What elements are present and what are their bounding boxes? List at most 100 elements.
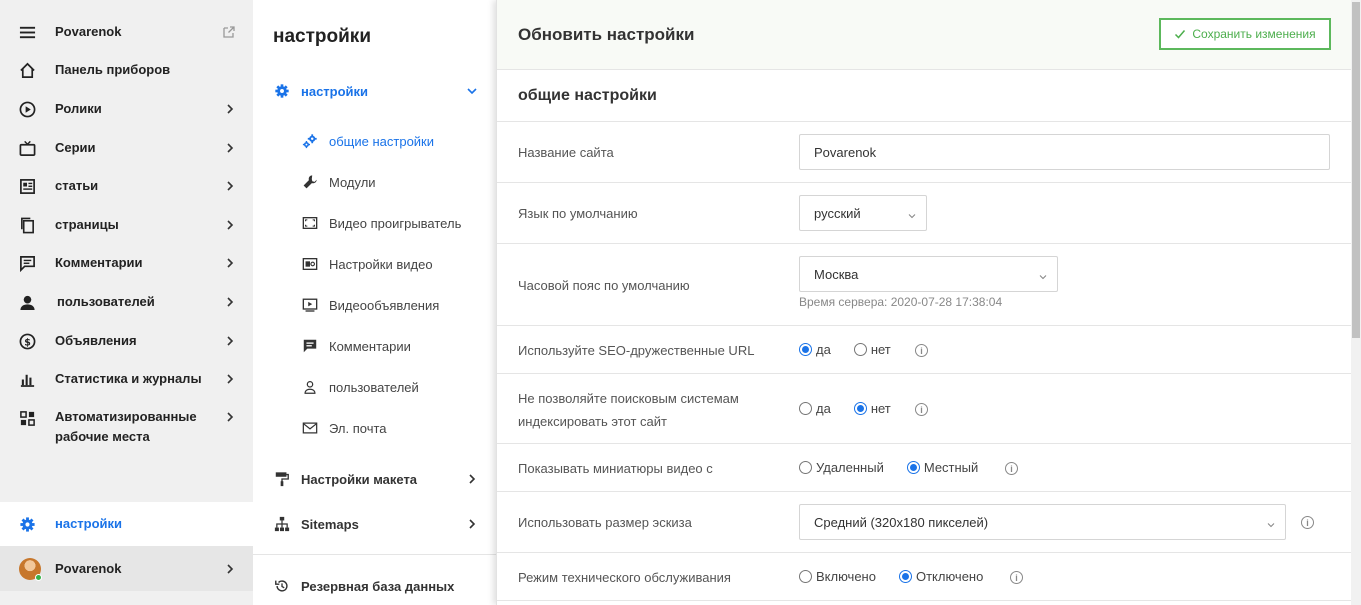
menu-group-sitemaps[interactable]: Sitemaps bbox=[253, 509, 496, 539]
maintenance-on-option[interactable]: Включено bbox=[799, 569, 876, 584]
sidebar-item-videos[interactable]: Ролики bbox=[0, 98, 253, 120]
default-language-select[interactable]: русский bbox=[799, 195, 927, 231]
sidebar-item-comments[interactable]: Комментарии bbox=[0, 252, 253, 274]
menu-item-video-settings[interactable]: Настройки видео bbox=[253, 249, 496, 279]
check-icon bbox=[1175, 30, 1186, 39]
menu-item-video-ads[interactable]: Видеообъявления bbox=[253, 290, 496, 320]
menu-item-label: Модули bbox=[329, 174, 376, 190]
sidebar-item-brand[interactable]: Povarenok bbox=[0, 21, 253, 43]
info-icon[interactable]: i bbox=[915, 403, 928, 416]
seo-urls-no-radio[interactable] bbox=[853, 342, 867, 356]
panel-header: Обновить настройки Сохранить изменения bbox=[497, 0, 1352, 70]
save-changes-button[interactable]: Сохранить изменения bbox=[1159, 18, 1331, 50]
gears-icon bbox=[301, 133, 318, 150]
scrollbar-thumb[interactable] bbox=[1352, 2, 1360, 338]
seo-urls-no-label: нет bbox=[870, 341, 891, 357]
noindex-label-line2: индексировать этот сайт bbox=[518, 414, 667, 429]
thumbnails-remote-option[interactable]: Удаленный bbox=[799, 460, 884, 475]
maintenance-mode-label: Режим технического обслуживания bbox=[518, 570, 731, 585]
sidebar-item-label: Статистика и журналы bbox=[55, 371, 202, 386]
seo-urls-no-option[interactable]: нет bbox=[853, 341, 891, 357]
sidebar-item-ads[interactable]: $ Объявления bbox=[0, 330, 253, 352]
menu-group-settings[interactable]: настройки bbox=[253, 76, 496, 106]
maintenance-mode-radio-group: Включено Отключено bbox=[799, 566, 983, 586]
main-sidebar: Povarenok Панель приборов Ролики Серии с… bbox=[0, 0, 253, 605]
menu-item-backup-database[interactable]: Резервная база данных bbox=[253, 571, 496, 601]
thumbnails-local-radio[interactable] bbox=[906, 460, 920, 474]
seo-urls-yes-option[interactable]: да bbox=[799, 342, 831, 357]
seo-urls-label: Используйте SEO-дружественные URL bbox=[518, 343, 755, 358]
seo-urls-yes-radio[interactable] bbox=[799, 342, 812, 356]
thumbnails-local-option[interactable]: Местный bbox=[906, 460, 978, 475]
section-title: общие настройки bbox=[518, 87, 657, 104]
menu-item-video-player[interactable]: Видео проигрыватель bbox=[253, 208, 496, 238]
dollar-icon: $ bbox=[18, 332, 36, 350]
chevron-right-icon bbox=[223, 410, 237, 424]
sidebar-item-pages[interactable]: страницы bbox=[0, 214, 253, 236]
noindex-no-option[interactable]: нет bbox=[853, 401, 891, 416]
sidebar-item-series[interactable]: Серии bbox=[0, 137, 253, 159]
info-icon[interactable]: i bbox=[1005, 462, 1018, 475]
avatar[interactable] bbox=[19, 557, 42, 581]
sidebar-item-label: пользователей bbox=[57, 294, 155, 309]
noindex-yes-radio[interactable] bbox=[799, 401, 812, 415]
menu-item-users[interactable]: пользователей bbox=[253, 372, 496, 402]
sidebar-item-dashboard[interactable]: Панель приборов bbox=[0, 59, 253, 81]
maintenance-on-radio[interactable] bbox=[799, 569, 812, 583]
sidebar-item-stats[interactable]: Статистика и журналы bbox=[0, 368, 253, 390]
noindex-no-radio[interactable] bbox=[853, 401, 867, 415]
sidebar-item-label: статьи bbox=[55, 178, 99, 193]
menu-item-general-settings[interactable]: общие настройки bbox=[253, 126, 496, 156]
menu-item-modules[interactable]: Модули bbox=[253, 167, 496, 197]
maintenance-off-label: Отключено bbox=[915, 568, 984, 584]
video-settings-icon bbox=[301, 256, 318, 273]
chevron-right-icon bbox=[223, 256, 237, 270]
external-link-icon[interactable] bbox=[222, 25, 236, 39]
divider bbox=[497, 443, 1352, 444]
sidebar-user-menu[interactable]: Povarenok bbox=[0, 546, 253, 591]
info-icon[interactable]: i bbox=[1010, 571, 1023, 584]
chevron-right-icon bbox=[223, 334, 237, 348]
noindex-label-line1: Не позволяйте поисковым системам bbox=[518, 391, 739, 406]
menu-item-comments[interactable]: Комментарии bbox=[253, 331, 496, 361]
sidebar-item-workstations[interactable]: Автоматизированные рабочие места bbox=[0, 407, 253, 449]
sidebar-item-users[interactable]: пользователей bbox=[0, 291, 253, 313]
menu-icon[interactable] bbox=[18, 23, 36, 41]
panel-title: Обновить настройки bbox=[518, 25, 695, 44]
maintenance-off-option[interactable]: Отключено bbox=[898, 568, 984, 584]
divider bbox=[497, 243, 1352, 244]
default-timezone-select[interactable]: Москва bbox=[799, 256, 1058, 292]
chevron-down-icon bbox=[465, 84, 479, 98]
noindex-yes-label: да bbox=[816, 400, 831, 416]
scrollbar[interactable] bbox=[1351, 0, 1361, 605]
site-name-input[interactable]: Povarenok bbox=[799, 134, 1330, 170]
menu-group-layout-settings[interactable]: Настройки макета bbox=[253, 464, 496, 494]
sidebar-item-label: Povarenok bbox=[55, 24, 122, 39]
sidebar-item-settings[interactable]: настройки bbox=[0, 502, 253, 546]
menu-item-email[interactable]: Эл. почта bbox=[253, 413, 496, 443]
video-ad-icon bbox=[301, 297, 318, 314]
settings-menu: настройки настройки общие настройки Моду… bbox=[253, 0, 496, 605]
user-icon bbox=[301, 379, 318, 396]
maintenance-off-radio[interactable] bbox=[898, 569, 912, 583]
video-player-icon bbox=[301, 215, 318, 232]
noindex-radio-group: да нет bbox=[799, 398, 891, 418]
sidebar-item-label: Объявления bbox=[55, 333, 137, 348]
info-icon[interactable]: i bbox=[1301, 516, 1314, 529]
sidebar-item-label: Ролики bbox=[55, 101, 102, 116]
divider bbox=[497, 373, 1352, 374]
thumbnail-size-select[interactable]: Средний (320x180 пикселей) bbox=[799, 504, 1286, 540]
menu-item-label: Видео проигрыватель bbox=[329, 215, 462, 231]
info-icon[interactable]: i bbox=[915, 344, 928, 357]
bar-chart-icon bbox=[18, 370, 36, 388]
sitemap-icon bbox=[273, 516, 290, 533]
save-changes-label: Сохранить изменения bbox=[1192, 27, 1316, 41]
divider bbox=[497, 121, 1352, 122]
divider bbox=[497, 182, 1352, 183]
divider bbox=[497, 552, 1352, 553]
noindex-yes-option[interactable]: да bbox=[799, 401, 831, 416]
sidebar-item-articles[interactable]: статьи bbox=[0, 175, 253, 197]
thumbnails-remote-radio[interactable] bbox=[799, 460, 812, 474]
comment-icon bbox=[301, 338, 318, 355]
wrench-icon bbox=[301, 174, 318, 191]
